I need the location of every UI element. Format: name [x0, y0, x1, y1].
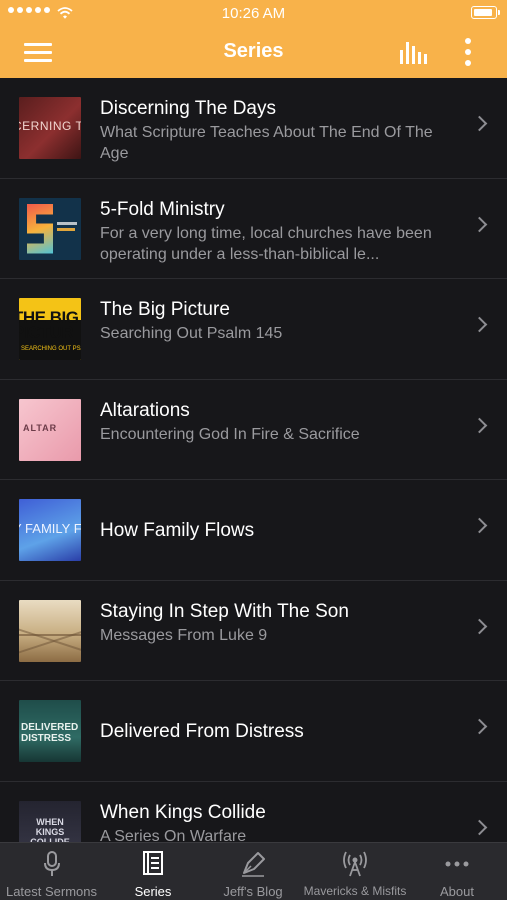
- chevron-right-icon: [471, 316, 488, 333]
- series-item[interactable]: THE BIG PICTUR SEARCHING OUT PSALM 145 T…: [0, 279, 507, 380]
- series-title: Discerning The Days: [100, 98, 277, 119]
- nav-bar: Series: [0, 26, 507, 78]
- series-title: Delivered From Distress: [100, 721, 304, 742]
- series-title: Altarations: [100, 399, 190, 421]
- series-thumbnail: ALTAR: [19, 398, 81, 461]
- series-title: How Family Flows: [100, 520, 255, 541]
- tab-label: Mavericks & Misfits: [303, 884, 407, 898]
- status-bar: 10:26 AM: [0, 0, 507, 26]
- series-title: When Kings Collide: [100, 801, 266, 823]
- tab-label: Series: [134, 884, 172, 899]
- chevron-right-icon: [471, 718, 488, 735]
- series-thumbnail: THE BIG PICTUR SEARCHING OUT PSALM 145: [19, 298, 81, 360]
- tab-jeffs-blog[interactable]: Jeff's Blog: [203, 843, 303, 900]
- series-item[interactable]: WHEN KINGS COLLIDE When Kings Collide A …: [0, 782, 507, 843]
- series-subtitle: Messages From Luke 9: [100, 626, 268, 644]
- series-title: The Big Picture: [100, 299, 230, 320]
- page-title: Series: [223, 40, 284, 62]
- status-time: 10:26 AM: [221, 5, 286, 22]
- series-item[interactable]: 5 5-Fold Ministry For a very long time, …: [0, 179, 507, 279]
- chevron-right-icon: [471, 819, 488, 835]
- series-title: 5-Fold Ministry: [100, 198, 225, 220]
- series-item[interactable]: CERNING THE D Discerning The Days What S…: [0, 78, 507, 179]
- chevron-right-icon: [471, 216, 488, 232]
- chevron-right-icon: [471, 115, 488, 132]
- more-dots-icon: [445, 861, 469, 867]
- series-list: CERNING THE D Discerning The Days What S…: [0, 78, 507, 842]
- series-thumbnail: DELIVERED DISTRESS: [19, 700, 81, 762]
- chevron-right-icon: [471, 517, 488, 534]
- series-title: Staying In Step With The Son: [100, 600, 349, 622]
- tab-series[interactable]: Series: [103, 843, 203, 900]
- series-subtitle: Searching Out Psalm 145: [100, 325, 283, 342]
- tab-label: About: [440, 884, 474, 899]
- chevron-right-icon: [471, 417, 488, 433]
- tab-latest-sermons[interactable]: Latest Sermons: [0, 843, 103, 900]
- series-thumbnail: [19, 599, 81, 662]
- series-item[interactable]: Y FAMILY FL How Family Flows: [0, 480, 507, 581]
- battery-icon: [471, 6, 500, 19]
- series-thumbnail: 5: [19, 197, 81, 260]
- series-subtitle: Encountering God In Fire & Sacrifice: [100, 425, 360, 443]
- series-item[interactable]: DELIVERED DISTRESS Delivered From Distre…: [0, 681, 507, 782]
- more-vertical-icon[interactable]: [462, 38, 474, 66]
- chevron-right-icon: [471, 618, 488, 634]
- tab-label: Jeff's Blog: [223, 884, 283, 899]
- series-item[interactable]: Staying In Step With The Son Messages Fr…: [0, 581, 507, 681]
- series-subtitle: A Series On Warfare: [100, 827, 247, 843]
- series-thumbnail: WHEN KINGS COLLIDE: [19, 800, 81, 842]
- microphone-icon: [43, 851, 60, 876]
- series-item[interactable]: ALTAR Altarations Encountering God In Fi…: [0, 380, 507, 480]
- tab-about[interactable]: About: [407, 843, 507, 900]
- series-subtitle: For a very long time, local churches hav…: [100, 224, 432, 263]
- broadcast-icon: [343, 851, 367, 877]
- series-subtitle: What Scripture Teaches About The End Of …: [100, 124, 433, 162]
- pen-icon: [242, 852, 265, 877]
- audio-levels-icon[interactable]: [400, 40, 430, 64]
- series-thumbnail: Y FAMILY FL: [19, 499, 81, 561]
- tab-label: Latest Sermons: [5, 884, 98, 899]
- tab-bar: Latest Sermons Series Jeff's Blog Maveri…: [0, 842, 507, 900]
- book-icon: [143, 851, 163, 875]
- series-thumbnail: CERNING THE D: [19, 97, 81, 159]
- tab-mavericks-misfits[interactable]: Mavericks & Misfits: [303, 843, 407, 900]
